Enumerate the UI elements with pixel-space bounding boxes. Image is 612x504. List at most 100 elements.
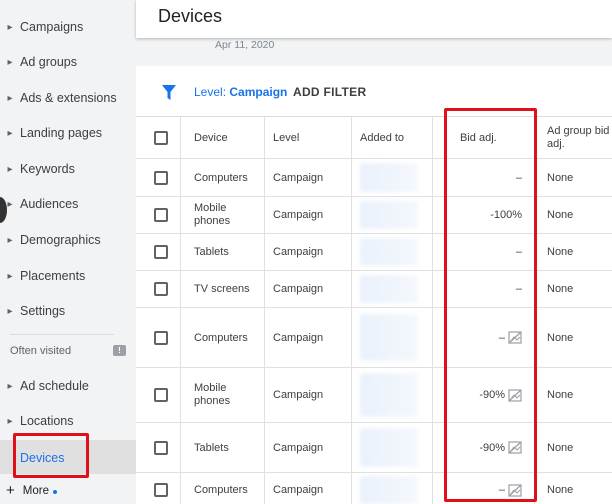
redacted-link[interactable] [360, 237, 418, 267]
bid-adj-cell[interactable]: – [436, 234, 522, 270]
redacted-link[interactable] [360, 200, 418, 230]
bid-adj-value: – [498, 484, 505, 496]
select-all-checkbox[interactable] [154, 130, 168, 145]
row-checkbox-cell[interactable] [154, 308, 168, 367]
bid-adj-cell[interactable]: – [436, 159, 522, 196]
ad-group-bid-cell: None [547, 389, 574, 401]
table-row[interactable]: Mobile phones Campaign -90% None [136, 368, 612, 423]
row-checkbox-cell[interactable] [154, 159, 168, 196]
column-divider [264, 368, 265, 422]
column-header-level[interactable]: Level [273, 117, 299, 158]
row-checkbox-cell[interactable] [154, 473, 168, 504]
redacted-link[interactable] [360, 427, 418, 468]
table-row[interactable]: Computers Campaign – None [136, 159, 612, 197]
row-checkbox[interactable] [154, 170, 168, 185]
image-unavailable-icon[interactable] [508, 388, 522, 402]
chevron-right-icon: ▸ [7, 127, 13, 139]
feedback-icon[interactable]: ! [113, 345, 126, 356]
row-checkbox[interactable] [154, 440, 168, 455]
redacted-link[interactable] [360, 373, 418, 417]
added-to-cell-redacted[interactable] [360, 423, 420, 472]
sidebar-item-settings[interactable]: ▸ Settings [0, 296, 136, 326]
often-visited-label: Often visited [10, 345, 72, 357]
table-row[interactable]: TV screens Campaign – None [136, 271, 612, 308]
row-checkbox-cell[interactable] [154, 197, 168, 233]
column-divider [351, 368, 352, 422]
added-to-cell-redacted[interactable] [360, 159, 420, 196]
bid-adj-cell[interactable]: – [436, 271, 522, 307]
column-divider [351, 473, 352, 504]
column-header-bid-adj[interactable]: Bid adj. [460, 117, 497, 158]
add-filter-button[interactable]: ADD FILTER [293, 85, 366, 99]
row-checkbox[interactable] [154, 330, 168, 345]
row-checkbox[interactable] [154, 208, 168, 222]
column-divider [264, 159, 265, 196]
row-checkbox-cell[interactable] [154, 423, 168, 472]
column-header-added-to[interactable]: Added to [360, 117, 404, 158]
sidebar-item-ads-extensions[interactable]: ▸ Ads & extensions [0, 83, 136, 113]
column-header-ad-group-bid-adj[interactable]: Ad group bid adj. [547, 117, 609, 158]
image-unavailable-icon[interactable] [508, 331, 522, 344]
row-checkbox[interactable] [154, 282, 168, 296]
added-to-cell-redacted[interactable] [360, 271, 420, 307]
column-header-line: Ad group bid [547, 124, 610, 137]
redacted-link[interactable] [360, 162, 418, 193]
column-divider [180, 368, 181, 422]
row-checkbox-cell[interactable] [154, 234, 168, 270]
table-row[interactable]: Mobile phones Campaign -100% None [136, 197, 612, 234]
redacted-link[interactable] [360, 476, 418, 504]
chevron-right-icon: ▸ [7, 198, 13, 210]
redacted-link[interactable] [360, 313, 418, 362]
row-checkbox[interactable] [154, 388, 168, 402]
row-checkbox-cell[interactable] [154, 368, 168, 422]
added-to-cell-redacted[interactable] [360, 473, 420, 504]
sidebar-item-ad-groups[interactable]: ▸ Ad groups [0, 47, 136, 77]
column-divider [180, 197, 181, 233]
added-to-cell-redacted[interactable] [360, 368, 420, 422]
added-to-cell-redacted[interactable] [360, 197, 420, 233]
column-divider [180, 117, 181, 158]
image-unavailable-icon[interactable] [508, 441, 522, 454]
bid-adj-cell[interactable]: -90% [436, 368, 522, 422]
column-divider [264, 271, 265, 307]
added-to-cell-redacted[interactable] [360, 234, 420, 270]
column-divider [180, 308, 181, 367]
column-divider [351, 423, 352, 472]
device-cell: Computers [194, 308, 248, 367]
device-cell: Tablets [194, 234, 229, 270]
sidebar-item-placements[interactable]: ▸ Placements [0, 261, 136, 291]
table-row[interactable]: Tablets Campaign – None [136, 234, 612, 271]
added-to-cell-redacted[interactable] [360, 308, 420, 367]
sidebar-item-ad-schedule[interactable]: ▸ Ad schedule [0, 371, 136, 401]
row-checkbox[interactable] [154, 483, 168, 497]
bid-adj-cell[interactable]: -100% [436, 197, 522, 233]
table-row[interactable]: Computers Campaign – None [136, 473, 612, 504]
date-range[interactable]: Apr 11, 2020 [215, 39, 274, 51]
bid-adj-cell[interactable]: – [436, 473, 522, 504]
sidebar-item-audiences[interactable]: ▸ Audiences [0, 189, 136, 219]
device-name: Computers [194, 484, 248, 496]
image-unavailable-icon[interactable] [508, 483, 522, 497]
table-row[interactable]: Computers Campaign – None [136, 308, 612, 368]
sidebar-item-locations[interactable]: ▸ Locations [0, 406, 136, 436]
sidebar-item-landing-pages[interactable]: ▸ Landing pages [0, 118, 136, 148]
device-line: Mobile [194, 202, 227, 214]
more-button[interactable]: + More [6, 483, 57, 498]
select-all-checkbox-cell[interactable] [154, 117, 168, 158]
sidebar-item-demographics[interactable]: ▸ Demographics [0, 225, 136, 255]
sidebar-item-campaigns[interactable]: ▸ Campaigns [0, 12, 136, 42]
bid-adj-cell[interactable]: -90% [436, 423, 522, 472]
sidebar-item-keywords[interactable]: ▸ Keywords [0, 154, 136, 184]
filter-icon[interactable] [162, 85, 176, 101]
device-name: TV screens [194, 283, 250, 295]
redacted-link[interactable] [360, 274, 418, 304]
bid-adj-cell[interactable]: – [436, 308, 522, 367]
level-cell: Campaign [273, 283, 324, 295]
column-divider [432, 159, 433, 196]
table-row[interactable]: Tablets Campaign -90% None [136, 423, 612, 473]
level-filter-chip[interactable]: Level: Campaign [194, 85, 287, 99]
row-checkbox-cell[interactable] [154, 271, 168, 307]
row-checkbox[interactable] [154, 245, 168, 259]
ad-group-bid-cell: None [547, 331, 574, 344]
column-header-device[interactable]: Device [194, 117, 228, 158]
